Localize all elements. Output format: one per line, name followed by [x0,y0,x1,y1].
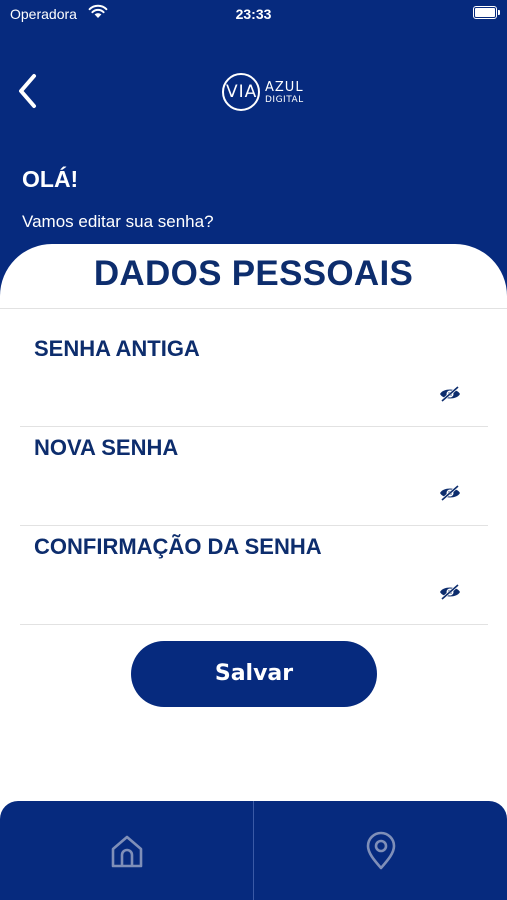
battery-icon [473,6,500,19]
toggle-old-password-visibility[interactable] [438,385,462,403]
confirm-password-input[interactable] [34,576,424,606]
via-azul-digital-logo: VIA AZUL DIGITAL [222,73,312,113]
divider [20,624,488,625]
home-icon [111,835,143,868]
logo-via-text: VIA [226,82,258,102]
confirm-password-label: CONFIRMAÇÃO DA SENHA [34,534,322,559]
status-bar: Operadora 23:33 [0,0,507,30]
clock: 23:33 [235,6,272,22]
old-password-label: SENHA ANTIGA [34,336,200,361]
greeting-subtitle: Vamos editar sua senha? [22,212,214,231]
card-title: DADOS PESSOAIS [93,254,414,293]
greeting-heading: OLÁ! [22,166,79,192]
bottom-nav [0,801,507,900]
divider [20,525,488,526]
old-password-input[interactable] [34,378,424,408]
eye-slash-icon [440,484,460,502]
toggle-confirm-password-visibility[interactable] [438,583,462,601]
logo-digital-text: DIGITAL [265,95,304,105]
back-button[interactable] [14,72,44,110]
location-pin-icon [366,831,396,870]
eye-slash-icon [440,583,460,601]
divider [0,308,507,309]
save-button[interactable]: Salvar [131,641,377,707]
chevron-left-icon [19,74,36,108]
logo-azul-text: AZUL [265,80,304,95]
eye-slash-icon [440,385,460,403]
divider [20,426,488,427]
toggle-new-password-visibility[interactable] [438,484,462,502]
new-password-label: NOVA SENHA [34,435,179,460]
new-password-input[interactable] [34,477,424,507]
